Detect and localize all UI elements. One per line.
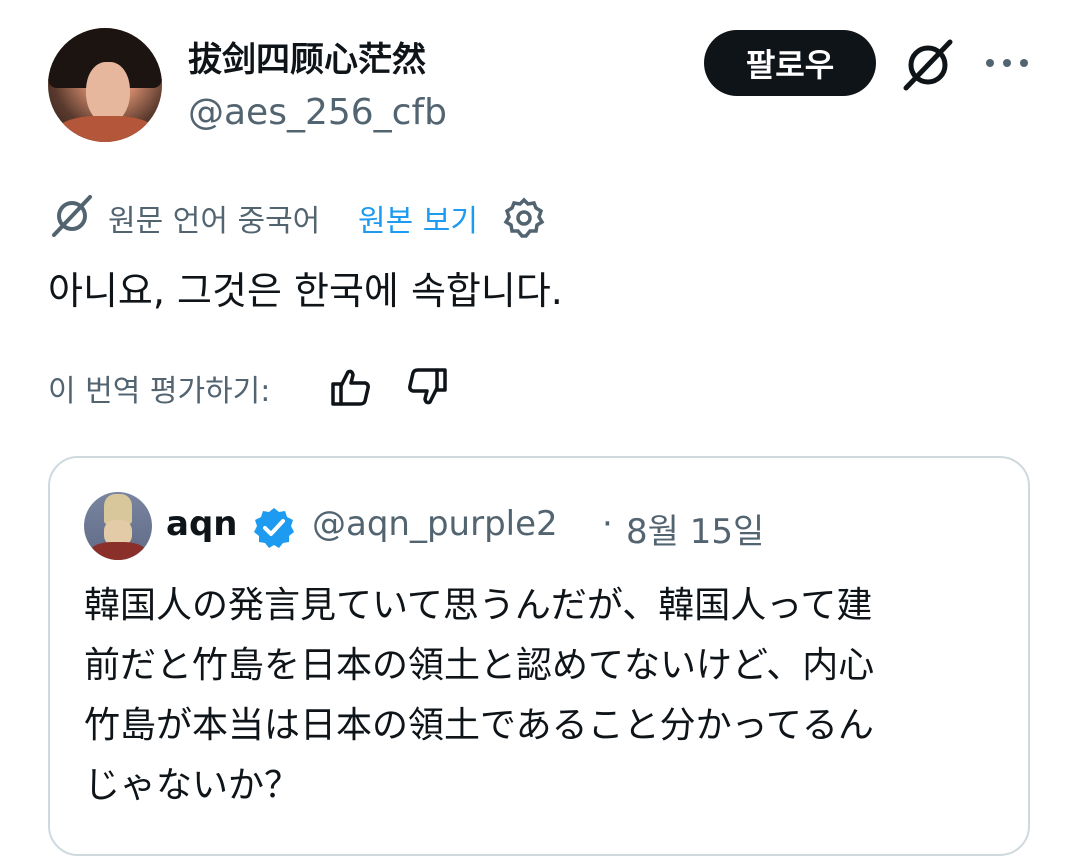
quoted-date[interactable]: 8월 15일 xyxy=(626,504,764,553)
follow-button[interactable]: 팔로우 xyxy=(704,30,876,96)
rate-translation-label: 이 번역 평가하기: xyxy=(48,374,271,409)
quoted-text-line: 竹島が本当は日本の領土であること分かってるん xyxy=(84,705,874,746)
gear-icon[interactable] xyxy=(502,196,546,240)
translation-notice: 원문 언어 중국어 xyxy=(108,204,321,239)
quoted-text-line: 前だと竹島を日本の領土と認めてないけど、内心 xyxy=(84,645,875,686)
quoted-text-line: 韓国人の発言見ていて思うんだが、韓国人って建 xyxy=(84,585,873,626)
grok-icon[interactable] xyxy=(898,38,958,92)
author-avatar[interactable] xyxy=(48,28,162,142)
quoted-author-avatar[interactable] xyxy=(84,492,152,560)
author-display-name[interactable]: 拔剑四顾心茫然 xyxy=(188,32,426,81)
thumbs-down-icon[interactable] xyxy=(404,364,450,410)
show-original-link[interactable]: 원본 보기 xyxy=(358,196,478,240)
quoted-author-name[interactable]: aqn xyxy=(166,504,238,544)
more-icon[interactable] xyxy=(982,46,1032,80)
translated-tweet-text: 아니요, 그것은 한국에 속합니다. xyxy=(48,269,563,313)
quoted-meta-separator: · xyxy=(602,504,613,544)
verified-badge-icon xyxy=(254,508,294,548)
thumbs-up-icon[interactable] xyxy=(328,364,374,410)
translate-icon xyxy=(52,195,92,237)
quoted-author-handle[interactable]: @aqn_purple2 xyxy=(312,504,558,544)
quoted-text-line: じゃないか？ xyxy=(84,765,301,806)
author-handle[interactable]: @aes_256_cfb xyxy=(188,92,447,133)
